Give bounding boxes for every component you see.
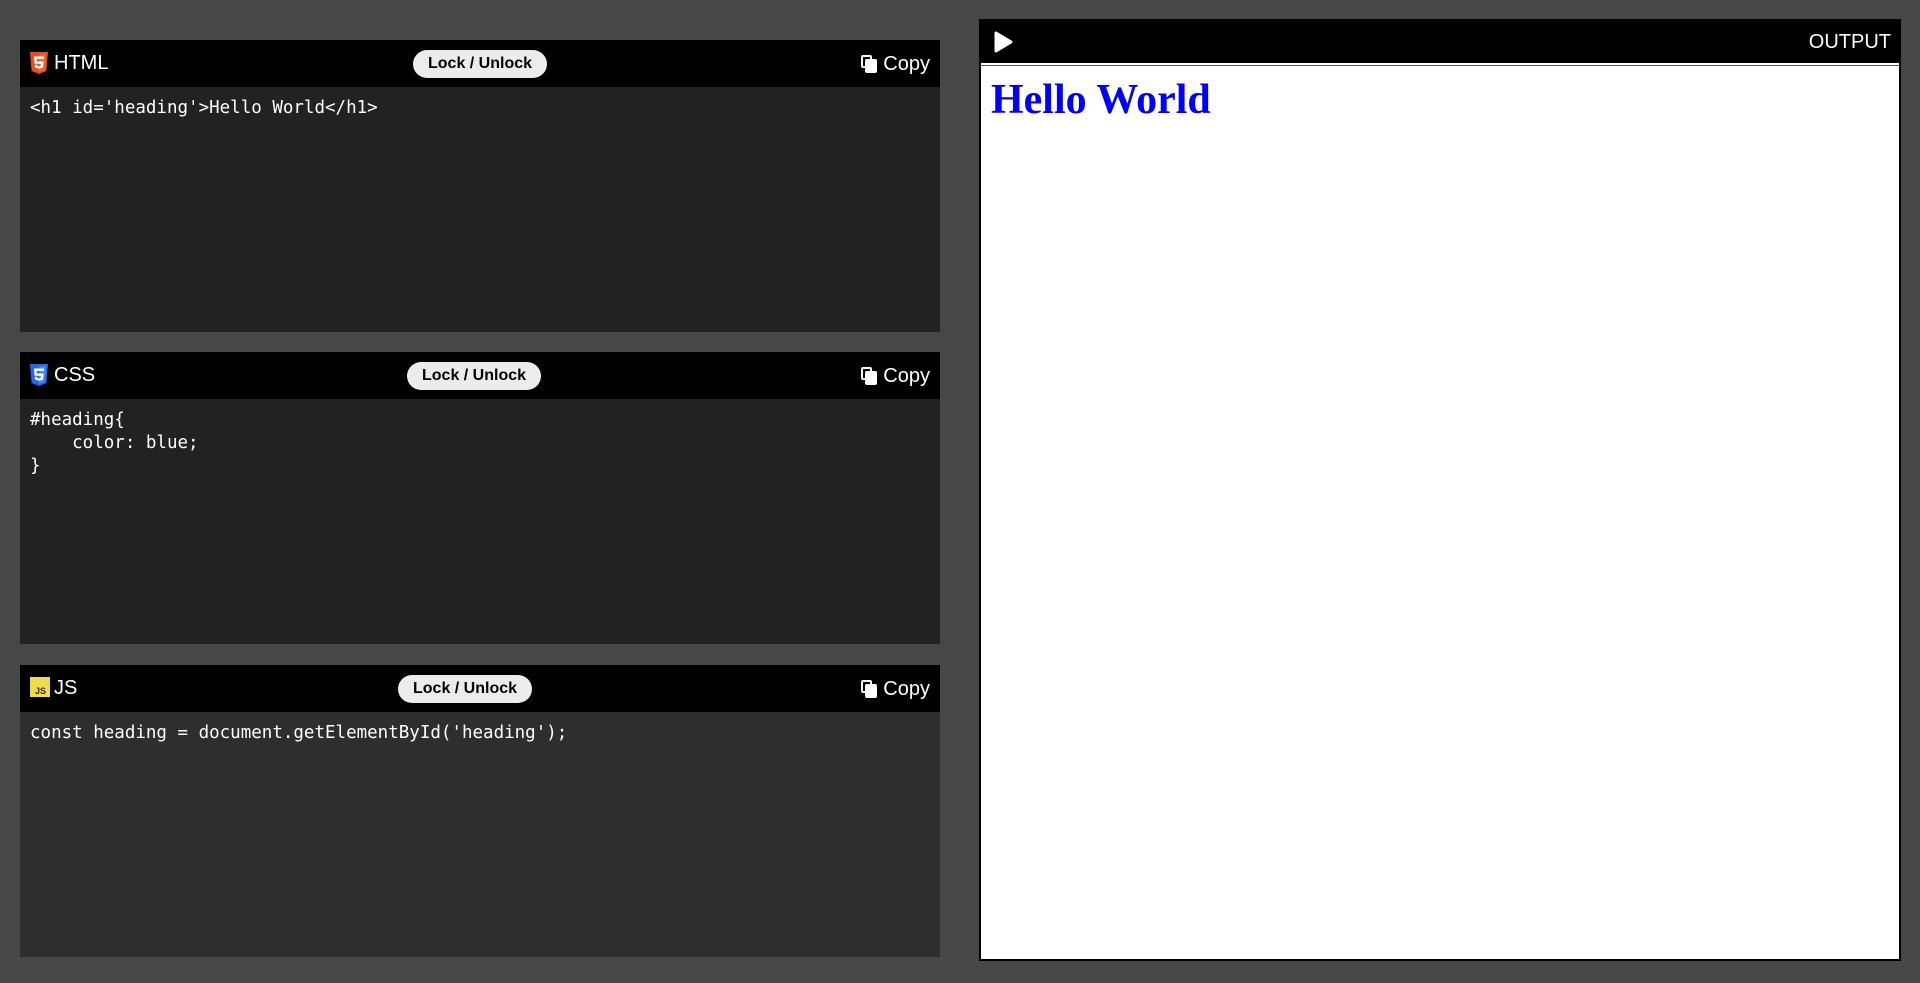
html-lock-unlock-button[interactable]: Lock / Unlock [413,50,548,78]
html-panel-title: HTML [30,50,108,76]
html-copy-label: Copy [883,52,930,75]
js-lock-unlock-button[interactable]: Lock / Unlock [398,675,533,703]
css-editor-panel: CSS Lock / Unlock Copy #heading{ color: … [20,352,940,644]
js-copy-label: Copy [883,677,930,700]
js-panel-title: JS JS [30,675,77,701]
css-panel-header: CSS Lock / Unlock Copy [20,352,940,399]
copy-icon [861,680,878,698]
js-copy-button[interactable]: Copy [861,674,930,704]
preview-heading: Hello World [991,77,1211,123]
css-panel-label: CSS [54,363,96,386]
html-panel-header: HTML Lock / Unlock Copy [20,40,940,87]
css-lock-unlock-button[interactable]: Lock / Unlock [407,362,542,390]
output-title: OUTPUT [1808,31,1891,53]
js-panel-header: JS JS Lock / Unlock Copy [20,665,940,712]
js-editor-panel: JS JS Lock / Unlock Copy const heading =… [20,665,940,957]
css-copy-label: Copy [883,364,930,387]
html-code-editor[interactable]: <h1 id='heading'>Hello World</h1> [20,87,940,332]
output-preview-frame: Hello World [981,65,1899,959]
css-copy-button[interactable]: Copy [861,361,930,391]
css-panel-title: CSS [30,362,95,388]
copy-icon [861,55,878,73]
css3-icon [30,364,48,386]
output-panel: OUTPUT Hello World [979,19,1901,961]
copy-icon [861,367,878,385]
output-header: OUTPUT [981,21,1899,63]
play-icon[interactable] [993,31,1013,53]
css-code-editor[interactable]: #heading{ color: blue; } [20,399,940,644]
js-code-editor[interactable]: const heading = document.getElementById(… [20,712,940,957]
html-editor-panel: HTML Lock / Unlock Copy <h1 id='heading'… [20,40,940,332]
js-icon: JS [30,677,50,699]
svg-text:JS: JS [35,686,46,696]
html5-icon [30,52,48,74]
html-panel-label: HTML [54,51,109,74]
js-panel-label: JS [54,676,78,699]
html-copy-button[interactable]: Copy [861,49,930,79]
